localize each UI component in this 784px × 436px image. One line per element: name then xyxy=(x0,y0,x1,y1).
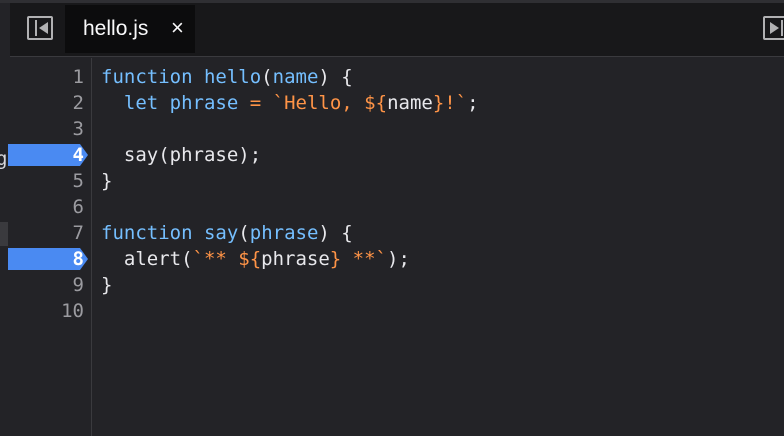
line-number[interactable]: 4 xyxy=(30,142,84,168)
code-line: 2 let phrase = `Hello, ${name}!`; xyxy=(0,90,784,116)
code-token: ); xyxy=(387,248,410,270)
code-token: name xyxy=(272,66,319,88)
code-text: } xyxy=(101,168,112,194)
collapse-left-icon xyxy=(39,22,48,34)
code-token: ; xyxy=(467,92,479,114)
line-number[interactable]: 10 xyxy=(30,298,84,324)
close-icon[interactable]: × xyxy=(171,16,184,40)
code-token: } xyxy=(101,170,113,192)
code-token: hello xyxy=(203,66,262,88)
tab-label: hello.js xyxy=(83,17,149,40)
code-token: ( xyxy=(238,222,250,244)
line-number[interactable]: 1 xyxy=(30,64,84,90)
code-line: 6 xyxy=(0,194,784,220)
code-token: let xyxy=(123,92,159,114)
code-text: function hello(name) { xyxy=(101,64,353,90)
code-text: say(phrase); xyxy=(101,142,261,168)
code-line: 4 say(phrase); xyxy=(0,142,784,168)
tab-hello-js[interactable]: hello.js × xyxy=(65,5,195,53)
code-token: }!` xyxy=(432,92,468,114)
panel-bar-icon xyxy=(781,20,783,36)
code-line: 8 alert(`** ${phrase} **`); xyxy=(0,246,784,272)
expand-right-icon xyxy=(770,22,779,34)
code-text: alert(`** ${phrase} **`); xyxy=(101,246,410,272)
line-number[interactable]: 6 xyxy=(30,194,84,220)
code-token: ) { xyxy=(318,222,353,244)
code-token: } **` xyxy=(329,248,387,270)
toggle-right-sidebar-button[interactable] xyxy=(763,16,784,40)
line-number[interactable]: 7 xyxy=(30,220,84,246)
code-token: phrase xyxy=(261,248,330,270)
line-number[interactable]: 9 xyxy=(30,272,84,298)
line-number[interactable]: 3 xyxy=(30,116,84,142)
code-editor[interactable]: 1 function hello(name) {2 let phrase = `H… xyxy=(0,58,784,436)
line-number[interactable]: 2 xyxy=(30,90,84,116)
code-text: let phrase = `Hello, ${name}!`; xyxy=(101,90,479,116)
code-text: } xyxy=(101,272,112,298)
code-token: ( xyxy=(261,66,273,88)
code-line: 1 function hello(name) { xyxy=(0,64,784,90)
code-token: `Hello, ${ xyxy=(272,92,388,114)
left-panel-edge-top xyxy=(0,3,10,57)
code-token: function xyxy=(101,222,193,244)
line-number[interactable]: 8 xyxy=(30,246,84,272)
code-token: phrase xyxy=(249,222,319,244)
toggle-left-sidebar-button[interactable] xyxy=(27,16,53,40)
code-token: phrase xyxy=(169,92,239,114)
code-token: name xyxy=(387,92,433,114)
code-token: ) { xyxy=(318,66,353,88)
line-number[interactable]: 5 xyxy=(30,168,84,194)
code-token: } xyxy=(101,274,113,296)
code-token: = xyxy=(249,92,262,114)
panel-bar-icon xyxy=(35,20,37,36)
code-token: say(phrase); xyxy=(101,144,262,166)
code-token: function xyxy=(101,66,193,88)
code-text: function say(phrase) { xyxy=(101,220,353,246)
code-line: 9} xyxy=(0,272,784,298)
code-token: `** ${ xyxy=(192,248,262,270)
code-token: say xyxy=(203,222,239,244)
code-token: alert( xyxy=(101,248,193,270)
code-line: 7 function say(phrase) { xyxy=(0,220,784,246)
code-line: 5} xyxy=(0,168,784,194)
code-line: 10 xyxy=(0,298,784,324)
code-line: 3 xyxy=(0,116,784,142)
